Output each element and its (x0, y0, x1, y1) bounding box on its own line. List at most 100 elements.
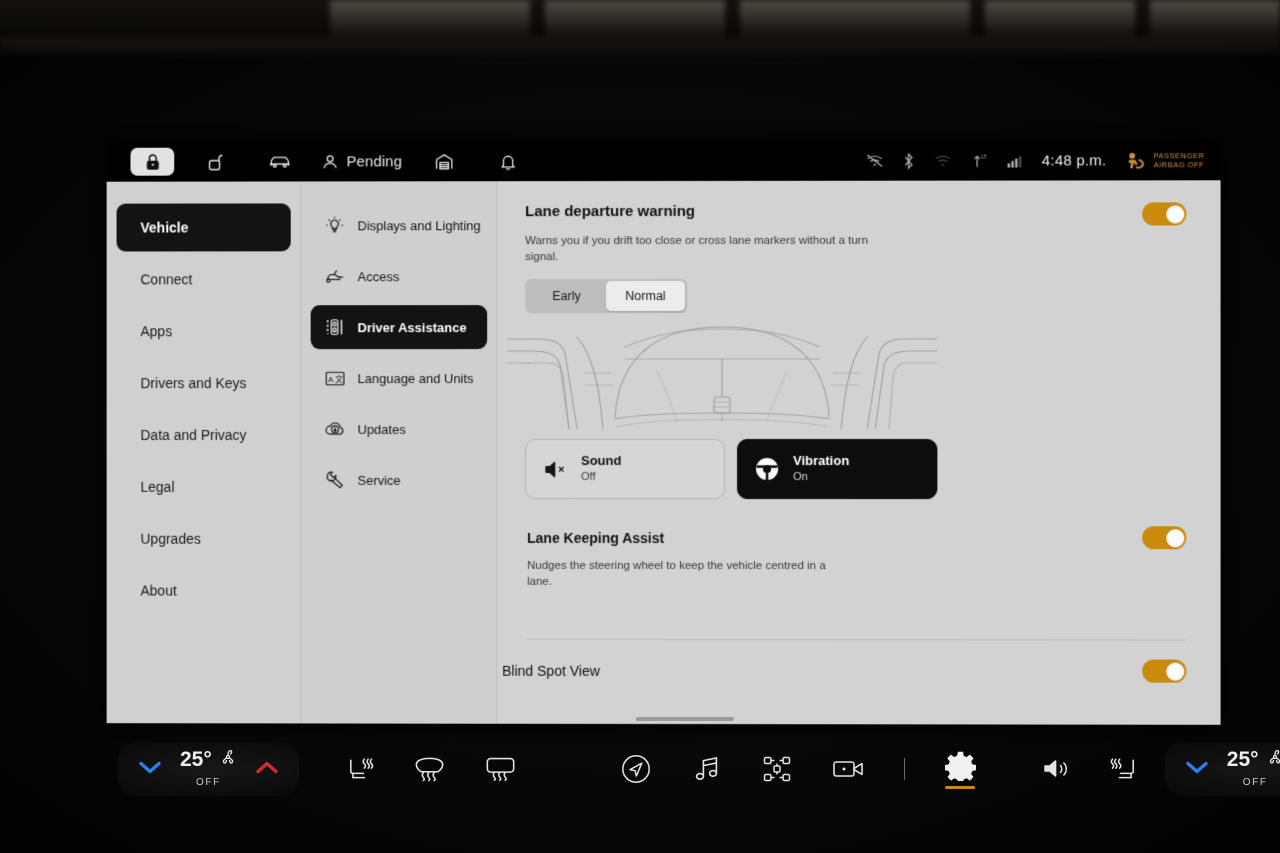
dock-center-buttons (620, 750, 976, 789)
card-sound[interactable]: Sound Off (525, 438, 726, 500)
lane-keeping-assist-title: Lane Keeping Assist (527, 529, 665, 546)
settings-content: Lane departure warning Warns you if you … (497, 180, 1221, 725)
settings-panel: Vehicle Connect Apps Drivers and Keys Da… (106, 180, 1221, 725)
camera-icon[interactable] (832, 757, 864, 781)
passenger-airbag-indicator: PASSENGER AIRBAG OFF (1126, 151, 1204, 169)
lte-antenna-icon: LTE (972, 153, 987, 169)
bell-icon[interactable] (486, 147, 530, 175)
sidebar-item-vehicle[interactable]: Vehicle (116, 203, 291, 252)
windshield-glare (1150, 0, 1280, 40)
passenger-climate-state: OFF (1242, 777, 1268, 788)
nav-label: Legal (140, 478, 175, 495)
rear-defrost-icon[interactable] (485, 756, 516, 782)
status-bar: Pending LTE 4:48 p.m. PASSENGER AIRBAG O… (106, 140, 1221, 182)
alert-mode-cards: Sound Off Vibration On (525, 438, 938, 500)
lock-locked-icon[interactable] (130, 147, 175, 176)
driver-profile-pending[interactable]: Pending (322, 153, 402, 170)
sidebar-item-service[interactable]: Service (311, 458, 488, 502)
nav-label: About (140, 582, 177, 599)
airbag-state: OFF (1187, 160, 1205, 170)
settings-secondary-nav: Displays and Lighting Access Driver Assi… (301, 181, 498, 724)
driver-assistance-icon (324, 316, 346, 338)
tire-pressure-icon[interactable] (762, 754, 792, 784)
lightbulb-icon (324, 214, 346, 236)
svg-text:LTE: LTE (981, 154, 986, 160)
sidebar-item-language-and-units[interactable]: A 文 Language and Units (311, 356, 488, 400)
windshield-glare (545, 0, 725, 40)
driver-seat-heater-icon[interactable] (345, 755, 374, 784)
settings-primary-nav: Vehicle Connect Apps Drivers and Keys Da… (106, 181, 302, 724)
nav-label: Driver Assistance (357, 319, 467, 335)
sidebar-item-about[interactable]: About (117, 567, 291, 615)
navigation-icon[interactable] (620, 753, 652, 785)
lock-unlocked-icon[interactable] (194, 148, 238, 176)
volume-icon[interactable] (1042, 757, 1070, 781)
sidebar-item-data-and-privacy[interactable]: Data and Privacy (117, 411, 291, 459)
windshield-glare (985, 0, 1135, 40)
sidebar-item-apps[interactable]: Apps (117, 307, 291, 355)
toggle-knob (1165, 204, 1184, 223)
nav-label: Drivers and Keys (140, 375, 247, 392)
steering-wheel-icon (754, 456, 780, 482)
clock: 4:48 p.m. (1041, 151, 1107, 169)
nav-label: Data and Privacy (140, 427, 247, 443)
toggle-knob (1165, 662, 1184, 681)
translate-icon: A 文 (324, 367, 346, 389)
passenger-seat-heater-icon[interactable] (1110, 755, 1139, 784)
sidebar-item-updates[interactable]: Updates (311, 407, 488, 451)
card-sound-title: Sound (581, 452, 622, 468)
lane-departure-title: Lane departure warning (525, 202, 696, 221)
driver-temp-value: 25° (180, 748, 212, 771)
section-divider (527, 638, 1187, 641)
garage-icon[interactable] (422, 147, 466, 175)
driver-climate-state: OFF (195, 777, 221, 788)
person-icon (322, 153, 339, 170)
sidebar-item-driver-assistance[interactable]: Driver Assistance (310, 305, 488, 350)
card-vibration[interactable]: Vibration On (737, 439, 938, 500)
nav-label: Service (357, 472, 401, 488)
blind-spot-view-section: Blind Spot View (502, 659, 1187, 683)
active-indicator (945, 785, 976, 789)
chevron-up-icon[interactable] (255, 760, 279, 778)
svg-text:文: 文 (335, 374, 343, 384)
drag-handle[interactable] (636, 717, 734, 721)
nav-label: Displays and Lighting (357, 217, 481, 233)
front-defrost-icon[interactable] (414, 756, 445, 782)
cloud-download-icon (324, 418, 346, 440)
card-vibration-title: Vibration (793, 453, 850, 469)
svg-text:A: A (328, 374, 334, 383)
lane-departure-toggle[interactable] (1142, 202, 1187, 226)
blind-spot-view-toggle[interactable] (1142, 659, 1187, 683)
wrench-icon (324, 469, 346, 491)
music-icon[interactable] (692, 754, 722, 784)
chevron-down-icon[interactable] (138, 760, 162, 778)
toggle-knob (1165, 528, 1184, 547)
sidebar-item-connect[interactable]: Connect (117, 255, 291, 303)
lane-departure-description: Warns you if you drift too close or cros… (525, 234, 869, 264)
lane-departure-header: Lane departure warning (525, 202, 1187, 226)
bottom-dock: 25° OFF 25° OFF (0, 717, 1280, 814)
chevron-down-icon[interactable] (1185, 760, 1209, 778)
sidebar-item-legal[interactable]: Legal (117, 463, 291, 511)
driver-climate-control: 25° OFF (118, 742, 299, 796)
nav-label: Updates (357, 421, 406, 437)
sidebar-item-access[interactable]: Access (311, 254, 488, 298)
lane-keeping-assist-toggle[interactable] (1142, 526, 1187, 550)
windshield-glare (740, 0, 970, 40)
dock-left-buttons (345, 755, 516, 784)
nav-label: Vehicle (140, 219, 189, 236)
windshield-glare (330, 0, 530, 40)
driver-temperature[interactable]: 25° OFF (180, 748, 237, 790)
car-icon[interactable] (258, 148, 302, 176)
bluetooth-icon (903, 152, 914, 169)
sidebar-item-upgrades[interactable]: Upgrades (117, 515, 291, 563)
card-sound-state: Off (581, 470, 596, 483)
passenger-temperature[interactable]: 25° OFF (1227, 748, 1280, 790)
passenger-temp-value: 25° (1226, 748, 1259, 771)
pending-label: Pending (346, 152, 403, 170)
settings-gear-icon[interactable] (944, 750, 976, 789)
sidebar-item-displays-and-lighting[interactable]: Displays and Lighting (311, 203, 488, 247)
sidebar-item-drivers-and-keys[interactable]: Drivers and Keys (117, 359, 291, 407)
vehicle-lane-illustration (506, 301, 937, 431)
airbag-text: PASSENGER AIRBAG OFF (1154, 151, 1205, 169)
